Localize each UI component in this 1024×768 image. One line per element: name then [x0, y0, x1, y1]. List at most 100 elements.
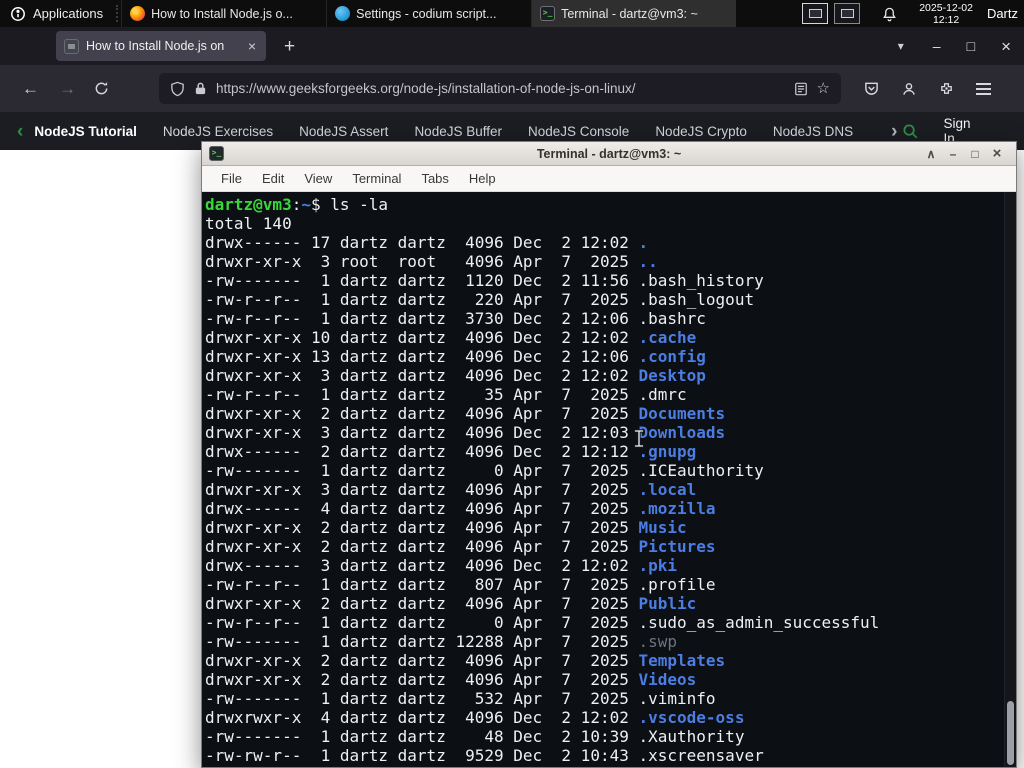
clock-date: 2025-12-02	[919, 1, 973, 14]
terminal-line: -rw-rw-r-- 1 dartz dartz 9529 Dec 2 10:4…	[205, 746, 764, 765]
terminal-line: drwxr-xr-x 13 dartz dartz 4096 Dec 2 12:…	[205, 347, 706, 366]
reader-view-icon[interactable]	[794, 82, 808, 96]
terminal-line: drwxr-xr-x 2 dartz dartz 4096 Apr 7 2025…	[205, 518, 687, 537]
terminal-line: -rw------- 1 dartz dartz 0 Apr 7 2025 .I…	[205, 461, 764, 480]
terminal-line: drwxr-xr-x 2 dartz dartz 4096 Apr 7 2025…	[205, 670, 697, 689]
bookmark-star-icon[interactable]: ☆	[817, 81, 830, 96]
browser-tab[interactable]: How to Install Node.js on ×	[56, 31, 266, 61]
forward-button[interactable]: →	[49, 80, 86, 97]
browser-close-button[interactable]: ×	[988, 38, 1024, 55]
terminal-minimize-button[interactable]: –	[942, 148, 964, 160]
nav-item[interactable]: NodeJS Console	[528, 124, 629, 139]
terminal-line: drwx------ 2 dartz dartz 4096 Dec 2 12:1…	[205, 442, 697, 461]
tracking-protection-shield-icon[interactable]	[170, 81, 185, 97]
applications-icon	[11, 6, 25, 21]
terminal-line: dartz@vm3:~$ ls -la	[205, 195, 389, 214]
terminal-line: drwx------ 3 dartz dartz 4096 Dec 2 12:0…	[205, 556, 678, 575]
terminal-line: drwxr-xr-x 2 dartz dartz 4096 Apr 7 2025…	[205, 651, 726, 670]
terminal-icon	[540, 6, 556, 21]
nav-items: NodeJS Tutorial NodeJS Exercises NodeJS As…	[34, 124, 880, 139]
terminal-lines: dartz@vm3:~$ ls -la total 140 drwx------ 1…	[205, 195, 1002, 765]
terminal-window-buttons: ∧ – □ ×	[920, 146, 1008, 161]
notifications-bell-icon[interactable]	[882, 6, 897, 22]
task-title: How to Install Node.js o...	[151, 6, 293, 21]
taskbar-button-terminal[interactable]: Terminal - dartz@vm3: ~	[531, 0, 737, 27]
terminal-line: -rw-r--r-- 1 dartz dartz 3730 Dec 2 12:0…	[205, 309, 706, 328]
search-icon[interactable]	[902, 123, 919, 140]
tray-display-glyph	[840, 9, 854, 18]
terminal-line: -rw-r--r-- 1 dartz dartz 807 Apr 7 2025 …	[205, 575, 716, 594]
pocket-icon[interactable]	[853, 81, 890, 96]
menu-tabs[interactable]: Tabs	[411, 171, 458, 186]
system-tray	[802, 3, 861, 24]
browser-minimize-button[interactable]: –	[920, 39, 954, 53]
tabbar-right: ▾ – □ ×	[882, 38, 1024, 55]
nav-item[interactable]: Node	[879, 124, 880, 139]
terminal-line: drwxr-xr-x 3 dartz dartz 4096 Apr 7 2025…	[205, 480, 697, 499]
terminal-line: -rw-r--r-- 1 dartz dartz 220 Apr 7 2025 …	[205, 290, 755, 309]
url-text[interactable]: https://www.geeksforgeeks.org/node-js/in…	[216, 81, 785, 96]
tray-display-icon[interactable]	[834, 3, 861, 24]
nav-item[interactable]: NodeJS Tutorial	[34, 124, 137, 139]
terminal-line: drwxr-xr-x 2 dartz dartz 4096 Apr 7 2025…	[205, 594, 697, 613]
terminal-line: -rw------- 1 dartz dartz 532 Apr 7 2025 …	[205, 689, 716, 708]
terminal-shade-button[interactable]: ∧	[920, 148, 942, 160]
tab-close-icon[interactable]: ×	[246, 39, 258, 53]
terminal-scrollbar-thumb[interactable]	[1007, 701, 1014, 765]
browser-tabbar: How to Install Node.js on × + ▾ – □ ×	[0, 27, 1024, 65]
tray-window-icon[interactable]	[802, 3, 829, 24]
nav-scroll-left-icon[interactable]: ‹	[12, 122, 28, 141]
terminal-close-button[interactable]: ×	[986, 146, 1008, 161]
list-all-tabs-icon[interactable]: ▾	[882, 39, 920, 53]
terminal-title: Terminal - dartz@vm3: ~	[536, 146, 682, 161]
back-button[interactable]: ←	[12, 80, 49, 97]
extensions-puzzle-icon[interactable]	[928, 81, 965, 96]
taskbar-button-codium[interactable]: Settings - codium script...	[326, 0, 531, 27]
nav-item[interactable]: NodeJS Exercises	[163, 124, 273, 139]
terminal-line: -rw------- 1 dartz dartz 12288 Apr 7 202…	[205, 632, 678, 651]
terminal-line: drwx------ 17 dartz dartz 4096 Dec 2 12:…	[205, 233, 649, 252]
tray-window-glyph	[808, 9, 822, 18]
browser-toolbar: ← → https://www.geeksforgeeks.org/node-j…	[0, 65, 1024, 112]
reload-button[interactable]	[94, 81, 109, 96]
new-tab-button[interactable]: +	[278, 37, 301, 56]
terminal-scrollbar[interactable]	[1004, 192, 1016, 767]
menu-help[interactable]: Help	[459, 171, 506, 186]
applications-button[interactable]: Applications	[0, 0, 113, 27]
menu-edit[interactable]: Edit	[252, 171, 294, 186]
terminal-line: drwxr-xr-x 3 dartz dartz 4096 Dec 2 12:0…	[205, 423, 726, 442]
nav-item[interactable]: NodeJS Buffer	[414, 124, 502, 139]
nav-scroll-right-icon[interactable]: ›	[886, 122, 902, 141]
terminal-body[interactable]: dartz@vm3:~$ ls -la total 140 drwx------ 1…	[202, 192, 1016, 767]
browser-maximize-button[interactable]: □	[954, 39, 988, 53]
taskbar-button-firefox[interactable]: How to Install Node.js o...	[121, 0, 326, 27]
top-panel: Applications How to Install Node.js o...…	[0, 0, 1024, 27]
tab-title: How to Install Node.js on	[86, 39, 225, 53]
terminal-app-icon	[209, 146, 224, 161]
account-icon[interactable]	[890, 81, 928, 97]
mouse-cursor	[633, 429, 645, 448]
terminal-line: drwxr-xr-x 10 dartz dartz 4096 Dec 2 12:…	[205, 328, 697, 347]
menu-hamburger-icon[interactable]	[965, 82, 1002, 95]
clock[interactable]: 2025-12-02 12:12	[919, 2, 973, 26]
desktop: Applications How to Install Node.js o...…	[0, 0, 1024, 768]
panel-user-label: Dartz	[986, 6, 1018, 21]
terminal-line: drwxr-xr-x 2 dartz dartz 4096 Apr 7 2025…	[205, 537, 716, 556]
nav-item[interactable]: NodeJS DNS	[773, 124, 853, 139]
terminal-maximize-button[interactable]: □	[964, 148, 986, 160]
codium-icon	[335, 6, 351, 21]
menu-terminal[interactable]: Terminal	[342, 171, 411, 186]
url-bar[interactable]: https://www.geeksforgeeks.org/node-js/in…	[159, 73, 841, 104]
menu-view[interactable]: View	[294, 171, 342, 186]
nav-item[interactable]: NodeJS Crypto	[655, 124, 747, 139]
nav-item[interactable]: NodeJS Assert	[299, 124, 388, 139]
terminal-line: drwxr-xr-x 3 root root 4096 Apr 7 2025 .…	[205, 252, 658, 271]
terminal-window: Terminal - dartz@vm3: ~ ∧ – □ × FileEdit…	[201, 141, 1017, 768]
terminal-titlebar[interactable]: Terminal - dartz@vm3: ~ ∧ – □ ×	[202, 142, 1016, 166]
lock-icon[interactable]	[194, 81, 207, 96]
menu-file[interactable]: File	[211, 171, 252, 186]
terminal-line: drwxrwxr-x 4 dartz dartz 4096 Dec 2 12:0…	[205, 708, 745, 727]
terminal-menubar: File Edit View Terminal Tabs Help	[202, 166, 1016, 192]
terminal-line: drwxr-xr-x 2 dartz dartz 4096 Apr 7 2025…	[205, 404, 726, 423]
terminal-line: drwx------ 4 dartz dartz 4096 Apr 7 2025…	[205, 499, 716, 518]
